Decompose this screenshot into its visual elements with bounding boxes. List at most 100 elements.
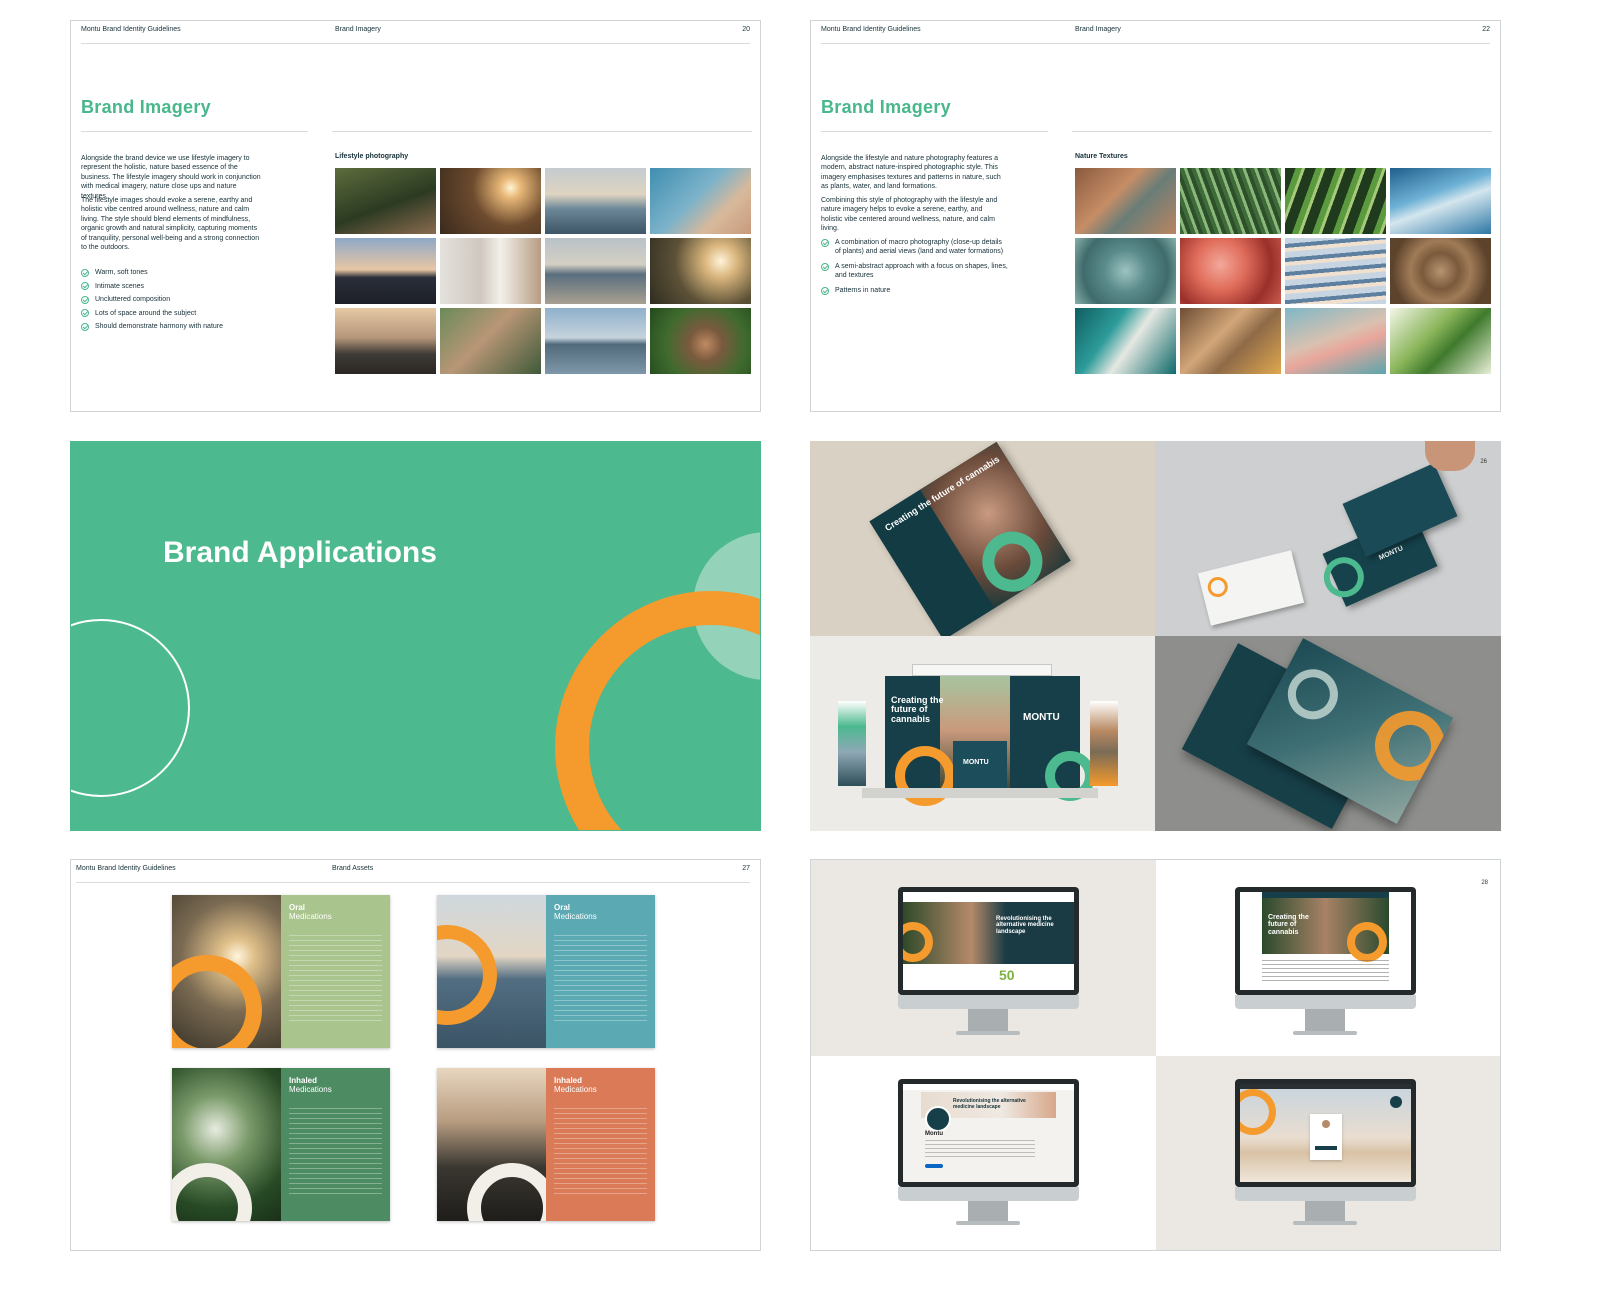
spread-content-panel: Inhaled Medications — [546, 1068, 655, 1221]
booth-headline: Creating the future of cannabis — [891, 695, 944, 724]
header-section: Brand Imagery — [1075, 26, 1121, 33]
spread-body-text — [289, 935, 382, 1025]
page-brand-imagery-textures: Montu Brand Identity Guidelines Brand Im… — [810, 20, 1501, 412]
spread-photo — [172, 1068, 281, 1221]
spread-photo — [437, 895, 546, 1048]
website-headline: Creating the future of cannabis — [1268, 914, 1309, 936]
checklist-item: Lots of space around the subject — [81, 307, 301, 321]
booth-logo: MONTU — [1023, 712, 1060, 723]
monitor-chin — [898, 1187, 1079, 1201]
page-digital-mockups: 28 Revolutionising the alternative medic… — [810, 859, 1501, 1251]
texture-photo — [1285, 308, 1386, 374]
brochure-mockup: Creating the future of cannabis — [810, 441, 1155, 641]
monitor-stand — [1305, 1201, 1345, 1221]
decorative-circles — [71, 532, 760, 830]
header-divider — [81, 43, 750, 44]
texture-photo — [1390, 308, 1491, 374]
page-header: Montu Brand Identity Guidelines Brand Im… — [81, 26, 750, 40]
check-circle-icon — [81, 295, 89, 304]
checklist-item: Intimate scenes — [81, 280, 301, 294]
lifestyle-photo — [545, 238, 646, 304]
counter-logo: MONTU — [963, 759, 989, 766]
lifestyle-photo — [440, 238, 541, 304]
checklist-item: A combination of macro photography (clos… — [821, 238, 1009, 257]
monitor-chin — [1235, 1187, 1416, 1201]
monitor-stand — [968, 1009, 1008, 1031]
lifestyle-photo — [650, 238, 751, 304]
lifestyle-photo — [545, 168, 646, 234]
texture-photo — [1180, 238, 1281, 304]
monitor-chin — [898, 995, 1079, 1009]
page-number: 28 — [1481, 880, 1488, 886]
page-number: 20 — [742, 26, 750, 33]
header-divider — [76, 882, 750, 883]
website-headline: Revolutionising the alternative medicine… — [996, 916, 1054, 935]
check-circle-icon — [81, 282, 89, 291]
white-ring-icon — [71, 619, 190, 797]
lifestyle-photo — [440, 168, 541, 234]
body-paragraph-2: Combining this style of photography with… — [821, 197, 998, 233]
monitor-stand — [1305, 1009, 1345, 1031]
login-screenshot — [1240, 1084, 1411, 1182]
spread-title: Oral Medications — [289, 903, 332, 921]
monitor-website-landing: Creating the future of cannabis — [1235, 887, 1416, 1047]
page-number: 27 — [742, 865, 750, 872]
hand-photo — [1425, 441, 1475, 471]
spread-title: Oral Medications — [554, 903, 597, 921]
roll-up-banner-right — [1090, 701, 1118, 786]
monitor-foot — [956, 1031, 1020, 1035]
oral-medications-spread-blue: Oral Medications — [437, 895, 655, 1048]
lifestyle-photo — [335, 308, 436, 374]
grid-label: Nature Textures — [1075, 153, 1128, 160]
spread-body-text — [289, 1108, 382, 1198]
check-circle-icon — [821, 262, 829, 271]
texture-photo — [1075, 238, 1176, 304]
page-brand-imagery-lifestyle: Montu Brand Identity Guidelines Brand Im… — [70, 20, 761, 412]
check-circle-icon — [821, 239, 829, 247]
booth-floor — [862, 788, 1098, 798]
lifestyle-photo — [545, 308, 646, 374]
linkedin-avatar — [925, 1106, 951, 1132]
texture-photo — [1180, 168, 1281, 234]
spread-title: Inhaled Medications — [554, 1076, 597, 1094]
monitor-chin — [1235, 995, 1416, 1009]
spread-body-text — [554, 1108, 647, 1198]
inhaled-medications-spread: Inhaled Medications — [172, 1068, 390, 1221]
page-number: 22 — [1482, 26, 1490, 33]
page-brand-mockups: Creating the future of cannabis 26 MONTU… — [810, 441, 1501, 831]
roll-up-banner-left — [838, 701, 866, 786]
page-header: Montu Brand Identity Guidelines Brand Im… — [821, 26, 1490, 40]
texture-photo — [1390, 168, 1491, 234]
spread-photo — [172, 895, 281, 1048]
checklist: Warm, soft tones Intimate scenes Unclutt… — [81, 266, 301, 334]
texture-photo — [1285, 238, 1386, 304]
header-doc-title: Montu Brand Identity Guidelines — [76, 865, 176, 872]
monitor-screen: Revolutionising the alternative medicine… — [898, 887, 1079, 995]
header-divider — [821, 43, 1490, 44]
follow-button[interactable] — [925, 1164, 943, 1168]
title-divider — [81, 131, 308, 132]
page-brand-applications-cover: Brand Applications — [70, 441, 761, 831]
website-stat: 50 — [999, 967, 1015, 983]
lifestyle-photo — [335, 238, 436, 304]
texture-photo — [1285, 168, 1386, 234]
expo-booth-mockup: Creating the future of cannabis MONTU MO… — [810, 636, 1155, 831]
linkedin-company-name: Montu — [925, 1131, 943, 1137]
booth-header — [912, 664, 1052, 676]
inhaled-medications-spread-orange: Inhaled Medications — [437, 1068, 655, 1221]
monitor-stand — [968, 1201, 1008, 1221]
texture-photo — [1180, 308, 1281, 374]
spread-content-panel: Oral Medications — [281, 895, 390, 1048]
lifestyle-photo — [335, 168, 436, 234]
texture-photo — [1390, 238, 1491, 304]
body-paragraph-1: Alongside the lifestyle and nature photo… — [821, 155, 1001, 191]
spread-title: Inhaled Medications — [289, 1076, 332, 1094]
check-circle-icon — [81, 268, 89, 277]
website-screenshot: Revolutionising the alternative medicine… — [903, 892, 1074, 990]
monitor-foot — [1293, 1221, 1357, 1225]
texture-photo — [1075, 168, 1176, 234]
lifestyle-photo — [650, 168, 751, 234]
monitor-foot — [1293, 1031, 1357, 1035]
page-number: 26 — [1480, 459, 1487, 465]
oral-medications-spread: Oral Medications — [172, 895, 390, 1048]
